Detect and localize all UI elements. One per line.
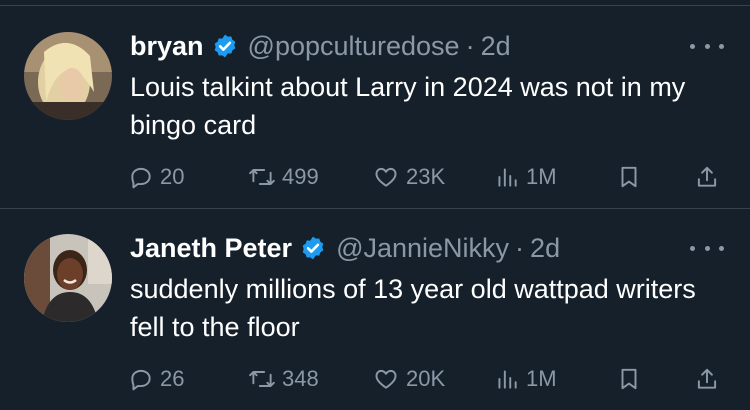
view-count: 1M (526, 366, 557, 391)
tweet-actions: 26 348 20K 1M (128, 362, 728, 396)
tweet-header: Janeth Peter @JannieNikky · 2d (130, 228, 560, 268)
like-count: 23K (406, 164, 446, 189)
reply-count: 20 (160, 164, 185, 189)
retweet-button[interactable]: 499 (248, 160, 319, 194)
bookmark-icon (621, 166, 637, 188)
retweet-icon (249, 371, 275, 387)
views-button[interactable]: 1M (494, 362, 557, 396)
share-button[interactable] (694, 362, 720, 396)
bookmark-button[interactable] (616, 362, 642, 396)
views-icon (498, 168, 517, 187)
retweet-count: 499 (282, 164, 319, 189)
like-count: 20K (406, 366, 446, 391)
handle[interactable]: @popculturedose (248, 31, 460, 62)
avatar[interactable] (24, 32, 112, 120)
display-name[interactable]: bryan (130, 31, 204, 62)
share-icon (697, 166, 717, 187)
timestamp[interactable]: 2d (530, 233, 560, 264)
handle[interactable]: @JannieNikky (336, 233, 509, 264)
tweet-header: bryan @popculturedose · 2d (130, 26, 511, 66)
share-button[interactable] (694, 160, 720, 194)
verified-badge-icon (214, 34, 235, 58)
avatar[interactable] (24, 234, 112, 322)
verified-badge-icon (302, 236, 324, 260)
view-count: 1M (526, 164, 557, 189)
tweet[interactable]: bryan @popculturedose · 2d Louis talkint… (0, 8, 750, 208)
tweet-text: suddenly millions of 13 year old wattpad… (130, 274, 696, 342)
views-icon (498, 370, 517, 389)
retweet-button[interactable]: 348 (248, 362, 319, 396)
retweet-icon (249, 169, 275, 185)
timestamp[interactable]: 2d (481, 31, 511, 62)
reply-button[interactable]: 20 (128, 160, 184, 194)
top-divider (0, 5, 750, 6)
views-button[interactable]: 1M (494, 160, 557, 194)
like-icon (375, 167, 397, 187)
reply-icon (131, 167, 151, 189)
reply-count: 26 (160, 366, 185, 391)
like-button[interactable]: 20K (372, 362, 445, 396)
reply-button[interactable]: 26 (128, 362, 184, 396)
tweet-actions: 20 499 23K 1M (128, 160, 728, 194)
share-icon (697, 368, 717, 389)
separator: · (515, 232, 525, 263)
more-icon[interactable] (690, 36, 724, 56)
tweet-divider (0, 208, 750, 209)
bookmark-button[interactable] (616, 160, 642, 194)
retweet-count: 348 (282, 366, 319, 391)
reply-icon (131, 369, 151, 391)
like-icon (375, 369, 397, 389)
bookmark-icon (621, 368, 637, 390)
more-icon[interactable] (690, 238, 724, 258)
display-name[interactable]: Janeth Peter (130, 233, 292, 264)
separator: · (465, 30, 475, 61)
tweet-text: Louis talkint about Larry in 2024 was no… (130, 72, 686, 140)
tweet[interactable]: Janeth Peter @JannieNikky · 2d suddenly … (0, 210, 750, 410)
like-button[interactable]: 23K (372, 160, 445, 194)
